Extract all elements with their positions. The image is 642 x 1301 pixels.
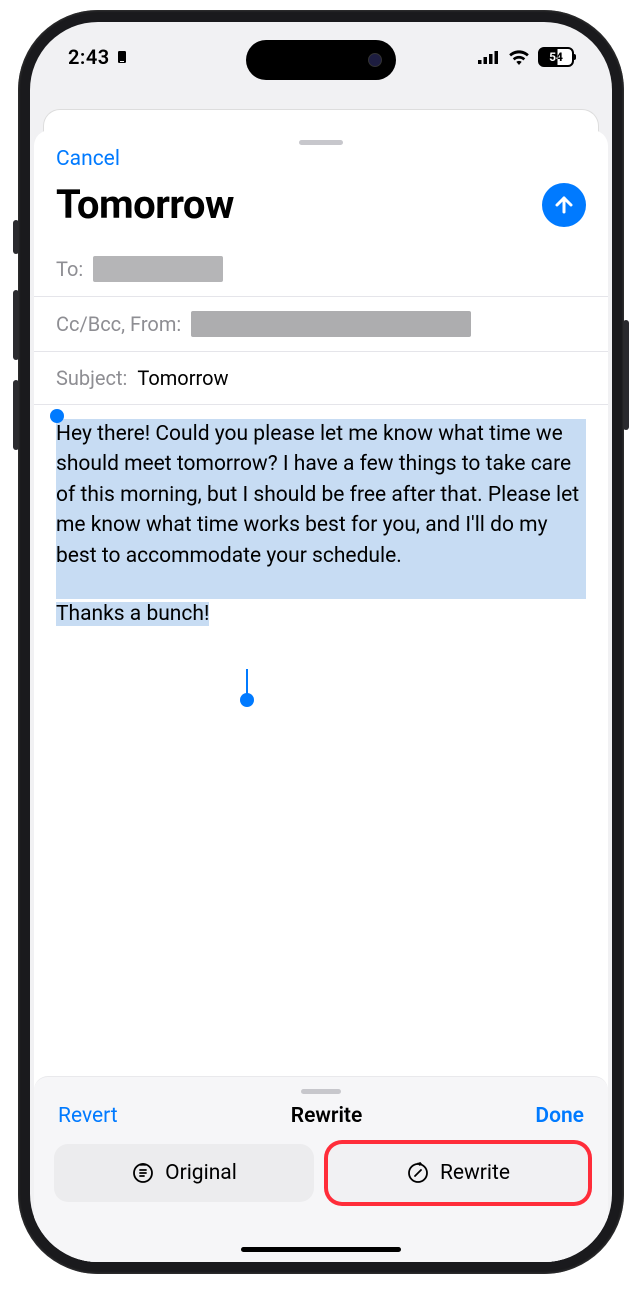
rewrite-label: Rewrite [440,1161,510,1185]
home-indicator[interactable] [241,1247,401,1252]
phone-screen: 2:43 54 Cancel Tomorrow [30,22,612,1262]
from-value-redacted [191,311,471,337]
wifi-icon [508,49,530,65]
battery-icon: 54 [538,47,574,67]
status-time: 2:43 [68,45,110,69]
subject-label: Subject: [56,366,127,390]
revert-button[interactable]: Revert [58,1104,118,1128]
to-label: To: [56,257,83,281]
body-paragraph-1: Hey there! Could you please let me know … [56,422,584,568]
original-icon [131,1161,155,1185]
subject-field[interactable]: Subject: Tomorrow [34,352,608,405]
done-button[interactable]: Done [535,1104,584,1128]
original-button[interactable]: Original [54,1144,314,1202]
cancel-button[interactable]: Cancel [34,145,608,181]
cc-bcc-from-label: Cc/Bcc, From: [56,312,181,336]
arrow-up-icon [552,193,576,217]
phone-frame: 2:43 54 Cancel Tomorrow [18,10,624,1274]
rewrite-icon [406,1161,430,1185]
panel-title: Rewrite [291,1104,363,1128]
writing-tools-panel: Revert Rewrite Done Original [34,1076,608,1262]
original-label: Original [165,1161,237,1185]
to-field[interactable]: To: [34,242,608,297]
send-button[interactable] [542,183,586,227]
cc-bcc-from-field[interactable]: Cc/Bcc, From: [34,297,608,352]
cellular-icon [478,50,500,64]
body-paragraph-2: Thanks a bunch! [56,602,209,626]
rewrite-button[interactable]: Rewrite [328,1144,588,1202]
camera-dot [368,53,382,67]
compose-sheet: Cancel Tomorrow To: Cc/Bcc, From: Subjec… [34,130,608,1262]
message-body[interactable]: Hey there! Could you please let me know … [34,405,608,1076]
selection-handle-end[interactable] [240,693,254,707]
orientation-lock-icon [114,49,130,65]
dynamic-island [246,40,396,80]
to-value-redacted [93,256,223,282]
subject-value: Tomorrow [137,366,228,390]
panel-grabber[interactable] [301,1089,341,1094]
selection-handle-start[interactable] [50,409,64,423]
compose-title: Tomorrow [56,181,234,228]
